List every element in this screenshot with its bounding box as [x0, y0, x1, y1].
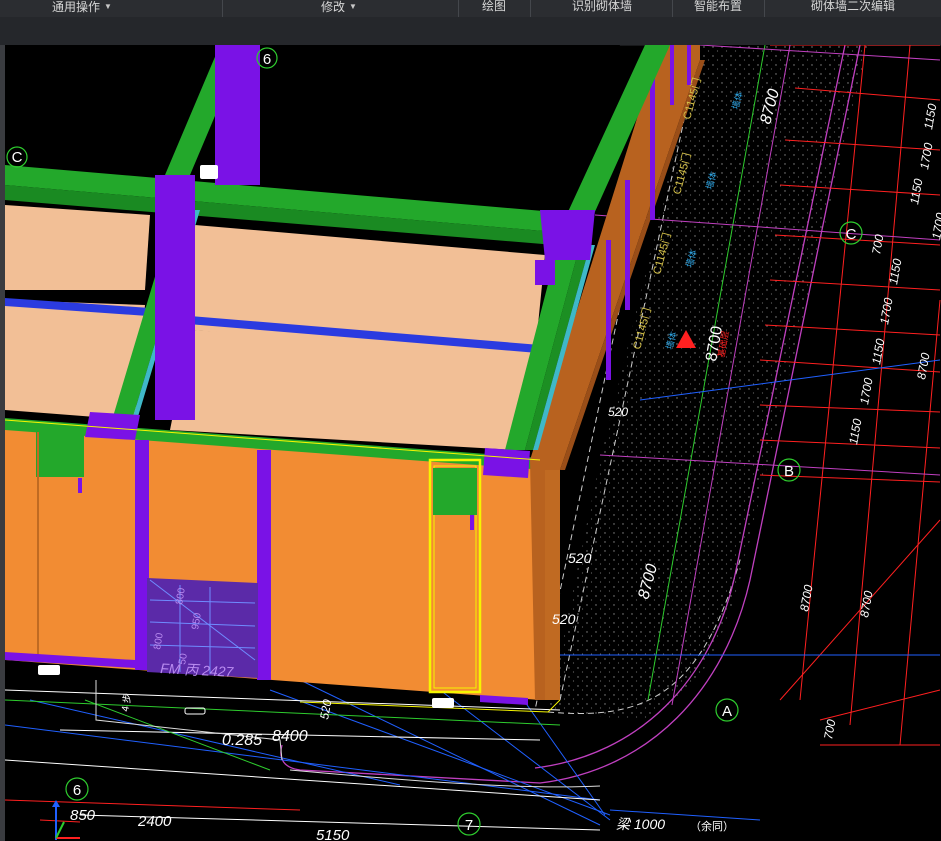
ribbon-general-ops-label: 通用操作 [52, 0, 101, 14]
dim-5150: 5150 [316, 827, 350, 841]
ribbon-modify[interactable]: 修改 ▼ [321, 0, 357, 17]
door-label: FM 丙 2427 [160, 660, 235, 680]
axis-label-6-top: 6 [263, 51, 271, 68]
beam-note: 梁 1000 [616, 816, 665, 832]
ribbon-modify-label: 修改 [321, 0, 346, 14]
dim-8700-edge: 8700 [914, 351, 932, 380]
ribbon-divider [222, 0, 223, 17]
beam-note-extra: （余同） [690, 819, 734, 833]
dim-520-b: 520 [552, 611, 576, 627]
axis-label-7-bottom: 7 [465, 817, 473, 834]
dim-slope: 0.285 [222, 732, 262, 749]
dim-1700-3: 1700 [929, 211, 941, 240]
ribbon-general-ops[interactable]: 通用操作 ▼ [52, 0, 112, 17]
ribbon-divider [764, 0, 765, 17]
dim-520-c: 520 [608, 405, 628, 419]
dim-1700-2: 1700 [857, 376, 875, 405]
dim-8400: 8400 [272, 728, 308, 745]
axis-label-a-right: A [722, 703, 732, 720]
dim-1150-4: 1150 [846, 417, 864, 445]
ribbon-divider [672, 0, 673, 17]
axis-label-6-bottom: 6 [73, 782, 81, 799]
dim-850: 850 [70, 807, 96, 824]
ribbon-masonry-edit[interactable]: 砌体墙二次编辑 [811, 0, 895, 17]
ribbon-divider [458, 0, 459, 17]
dim-520-a: 520 [568, 550, 592, 566]
dim-1700-0: 1700 [917, 141, 935, 170]
chevron-down-icon: ▼ [349, 2, 357, 11]
dim-8700-vert2: 8700 [857, 589, 875, 618]
ribbon-divider [530, 0, 531, 17]
dim-8700-vert1: 8700 [797, 583, 815, 612]
dim-2400: 2400 [137, 813, 172, 830]
ribbon-smart-layout[interactable]: 智能布置 [694, 0, 742, 17]
chevron-down-icon: ▼ [104, 2, 112, 11]
ribbon-identify-masonry[interactable]: 识别砌体墙 [572, 0, 632, 17]
dim-1150-3: 1150 [869, 337, 887, 365]
ribbon-toolbar: 通用操作 ▼ 修改 ▼ 绘图 识别砌体墙 智能布置 砌体墙二次编辑 [0, 0, 941, 17]
axis-label-c-right: C [846, 226, 857, 243]
ribbon-panel [0, 17, 941, 46]
dim-1150-0: 1150 [921, 102, 939, 130]
dim-700-0: 700 [869, 233, 886, 255]
dim-1150-1: 1150 [907, 177, 925, 205]
axis-label-b-right: B [784, 463, 794, 480]
axis-label-c-left: C [12, 149, 23, 166]
dim-700-1: 700 [821, 718, 838, 740]
dim-1150-2: 1150 [886, 257, 904, 285]
dim-1700-1: 1700 [877, 296, 895, 325]
cad-3d-viewport[interactable]: C 6 C B A 6 7 8700 8700 8700 8700 8700 1… [5, 45, 941, 841]
dim-520-d: 520 [317, 698, 334, 720]
step-label: 4 步 [119, 692, 134, 712]
ribbon-draw[interactable]: 绘图 [482, 0, 506, 17]
